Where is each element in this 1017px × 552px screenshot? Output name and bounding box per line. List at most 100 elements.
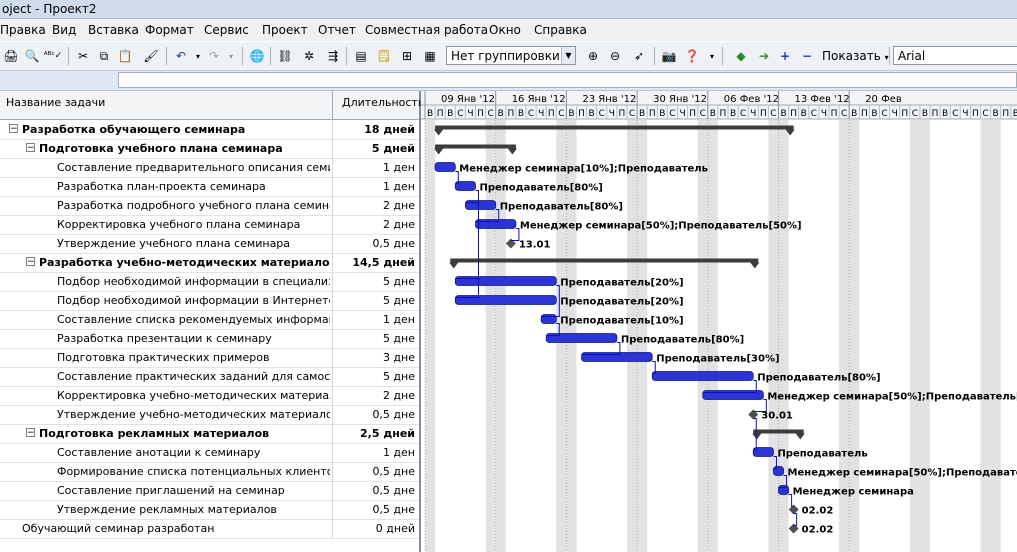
resource-pool-icon[interactable]: ▦ xyxy=(421,47,439,65)
collapse-toggle-icon[interactable]: − xyxy=(26,143,35,153)
task-duration[interactable]: 0,5 дне xyxy=(332,462,417,481)
task-name[interactable]: Составление приглашений на семинар xyxy=(57,484,330,497)
task-duration[interactable]: 5 дней xyxy=(332,139,417,158)
table-row[interactable]: Составление практических заданий для сам… xyxy=(0,367,419,387)
task-name[interactable]: Составление анотации к семинару xyxy=(57,446,330,459)
task-name[interactable]: Составление списка рекомендуемых информа… xyxy=(57,313,330,326)
menu-collaborate[interactable]: Совместная работа xyxy=(365,23,488,37)
task-name[interactable]: Утверждение учебного плана семинара xyxy=(57,237,330,250)
outline-hide-icon[interactable]: − xyxy=(798,47,816,65)
show-menu-button[interactable]: Показать ▾ xyxy=(822,49,889,63)
outline-show-icon[interactable]: + xyxy=(776,47,794,65)
task-notes-icon[interactable]: 🗒 xyxy=(375,47,393,65)
task-name[interactable]: Формирование списка потенциальных клиент… xyxy=(57,465,330,478)
cut-icon[interactable]: ✂ xyxy=(74,47,92,65)
collapse-toggle-icon[interactable]: − xyxy=(26,257,35,267)
task-name[interactable]: Разработка план-проекта семинара xyxy=(57,180,330,193)
table-row[interactable]: Подготовка практических примеров 3 дне xyxy=(0,348,419,368)
paste-icon[interactable]: 📋 xyxy=(116,47,134,65)
scroll-left-icon[interactable]: ◆ xyxy=(732,47,750,65)
table-row[interactable]: − Подготовка рекламных материалов 2,5 дней xyxy=(0,424,419,444)
task-duration[interactable]: 1 ден xyxy=(332,158,417,177)
task-name[interactable]: Корректировка учебно-методических матери… xyxy=(57,389,330,402)
undo-icon[interactable]: ↶ xyxy=(172,47,190,65)
table-row[interactable]: Разработка презентации к семинару 5 дне xyxy=(0,329,419,349)
menu-report[interactable]: Отчет xyxy=(318,23,356,37)
redo-dropdown-icon[interactable]: ▾ xyxy=(222,47,240,65)
table-row[interactable]: Составление анотации к семинару 1 ден xyxy=(0,443,419,463)
copy-picture-icon[interactable]: 📷 xyxy=(660,47,678,65)
task-duration[interactable]: 5 дне xyxy=(332,291,417,310)
goto-task-icon[interactable]: ➶ xyxy=(630,47,648,65)
task-duration[interactable]: 2 дне xyxy=(332,386,417,405)
task-name[interactable]: Составление практических заданий для сам… xyxy=(57,370,330,383)
task-name[interactable]: Утверждение учебно-методических материал… xyxy=(57,408,330,421)
task-name[interactable]: Разработка учебно-методических материало… xyxy=(39,256,330,269)
table-row[interactable]: − Подготовка учебного плана семинара 5 дне… xyxy=(0,139,419,159)
table-row[interactable]: Разработка план-проекта семинара 1 ден xyxy=(0,177,419,197)
collapse-toggle-icon[interactable]: − xyxy=(9,124,18,134)
task-duration[interactable]: 5 дне xyxy=(332,329,417,348)
zoom-in-icon[interactable]: ⊕ xyxy=(584,47,602,65)
redo-icon[interactable]: ↷ xyxy=(205,47,223,65)
task-duration[interactable]: 1 ден xyxy=(332,177,417,196)
menu-view[interactable]: Вид xyxy=(52,23,76,37)
task-duration[interactable]: 2 дне xyxy=(332,215,417,234)
task-duration[interactable]: 0,5 дне xyxy=(332,405,417,424)
table-row[interactable]: Утверждение учебно-методических материал… xyxy=(0,405,419,425)
task-info-icon[interactable]: ▤ xyxy=(352,47,370,65)
table-row[interactable]: Составление списка рекомендуемых информа… xyxy=(0,310,419,330)
task-duration[interactable]: 3 дне xyxy=(332,348,417,367)
task-duration[interactable]: 0 дней xyxy=(332,519,417,538)
task-duration[interactable]: 1 ден xyxy=(332,310,417,329)
copy-icon[interactable]: ⧉ xyxy=(95,47,113,65)
print-icon[interactable]: 🖨 xyxy=(2,47,20,65)
menu-format[interactable]: Формат xyxy=(145,23,194,37)
task-name[interactable]: Составление предварительного описания се… xyxy=(57,161,330,174)
task-duration[interactable]: 1 ден xyxy=(332,443,417,462)
print-preview-icon[interactable]: 🔍 xyxy=(23,47,41,65)
table-row[interactable]: Формирование списка потенциальных клиент… xyxy=(0,462,419,482)
task-duration[interactable]: 18 дней xyxy=(332,120,417,139)
toolbar-options-icon[interactable]: ▾ xyxy=(703,47,721,65)
task-duration[interactable]: 2 дне xyxy=(332,196,417,215)
table-row[interactable]: − Разработка учебно-методических материал… xyxy=(0,253,419,273)
table-row[interactable]: Разработка подробного учебного плана сем… xyxy=(0,196,419,216)
menu-window[interactable]: Окно xyxy=(489,23,521,37)
menu-edit[interactable]: Правка xyxy=(0,23,46,37)
task-duration[interactable]: 14,5 дней xyxy=(332,253,417,272)
task-duration[interactable]: 2,5 дней xyxy=(332,424,417,443)
link-tasks-icon[interactable]: ⛓ xyxy=(276,47,294,65)
table-row[interactable]: Обучающий семинар разработан 0 дней xyxy=(0,519,419,539)
task-duration[interactable]: 0,5 дне xyxy=(332,481,417,500)
table-row[interactable]: Составление предварительного описания се… xyxy=(0,158,419,178)
column-header-duration[interactable]: Длительность xyxy=(332,91,424,119)
task-duration[interactable]: 5 дне xyxy=(332,367,417,386)
task-name[interactable]: Подготовка рекламных материалов xyxy=(39,427,330,440)
table-row[interactable]: Утверждение рекламных материалов 0,5 дне xyxy=(0,500,419,520)
task-name[interactable]: Разработка презентации к семинару xyxy=(57,332,330,345)
task-name[interactable]: Подготовка практических примеров xyxy=(57,351,330,364)
assign-resources-icon[interactable]: ⊞ xyxy=(398,47,416,65)
task-name[interactable]: Подбор необходимой информации в специали… xyxy=(57,275,330,288)
table-row[interactable]: Корректировка учебного плана семинара 2 д… xyxy=(0,215,419,235)
collapse-toggle-icon[interactable]: − xyxy=(26,428,35,438)
task-name[interactable]: Разработка обучающего семинара xyxy=(22,123,330,136)
task-duration[interactable]: 0,5 дне xyxy=(332,500,417,519)
task-name[interactable]: Подбор необходимой информации в Интернет… xyxy=(57,294,330,307)
task-name[interactable]: Разработка подробного учебного плана сем… xyxy=(57,199,330,212)
split-task-icon[interactable]: ⇶ xyxy=(324,47,342,65)
table-row[interactable]: Подбор необходимой информации в Интернет… xyxy=(0,291,419,311)
scroll-right-icon[interactable]: ➔ xyxy=(755,47,773,65)
table-row[interactable]: − Разработка обучающего семинара 18 дней xyxy=(0,120,419,140)
column-header-name[interactable]: Название задачи xyxy=(6,96,105,109)
task-name[interactable]: Корректировка учебного плана семинара xyxy=(57,218,330,231)
help-icon[interactable]: ❓ xyxy=(683,47,701,65)
group-by-select[interactable]: Нет группировки ▼ xyxy=(446,46,576,65)
menu-project[interactable]: Проект xyxy=(262,23,308,37)
menu-tools[interactable]: Сервис xyxy=(204,23,249,37)
task-name[interactable]: Обучающий семинар разработан xyxy=(22,522,330,535)
table-row[interactable]: Утверждение учебного плана семинара 0,5 д… xyxy=(0,234,419,254)
task-name[interactable]: Подготовка учебного плана семинара xyxy=(39,142,330,155)
table-row[interactable]: Подбор необходимой информации в специали… xyxy=(0,272,419,292)
